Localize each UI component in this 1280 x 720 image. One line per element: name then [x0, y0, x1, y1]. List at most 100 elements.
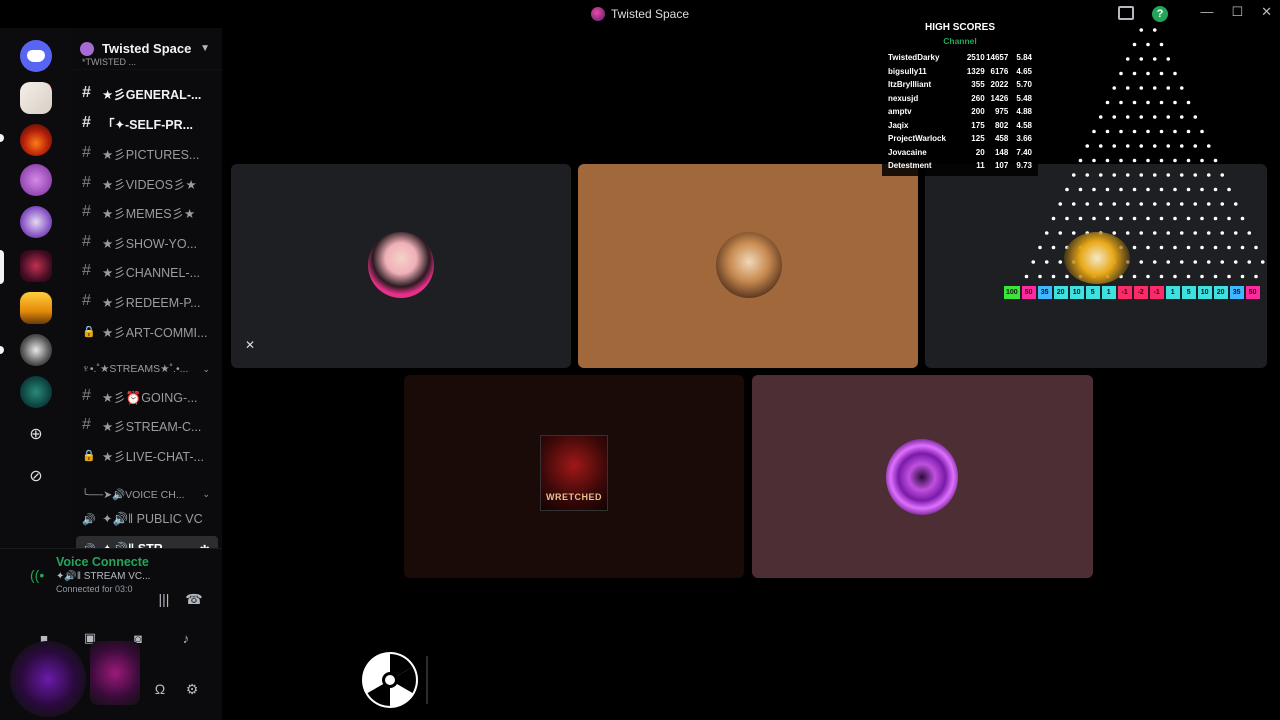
participant-tile-2[interactable]	[578, 164, 918, 368]
plinko-peg	[1132, 129, 1137, 134]
inbox-icon[interactable]	[1118, 6, 1134, 20]
avatar-decoration	[90, 641, 140, 705]
channel-item[interactable]: # ★彡MEMES彡★	[76, 199, 218, 225]
participant-tile-4[interactable]: WRETCHED	[404, 375, 744, 578]
plinko-peg	[1227, 274, 1231, 279]
plinko-peg	[1152, 202, 1157, 206]
participant-tile-5[interactable]	[752, 375, 1093, 578]
voice-channel-item[interactable]: 🔊 ✦🔊‖ PUBLIC VC	[76, 506, 218, 532]
plinko-peg	[1159, 158, 1164, 163]
channel-item[interactable]: # 「✦-SELF-PR...	[76, 110, 218, 136]
add-server-button[interactable]: ⊕	[20, 418, 52, 450]
plinko-peg	[1173, 187, 1177, 192]
score-b: 458	[994, 134, 1009, 144]
server-icon	[590, 7, 605, 21]
plinko-peg	[1119, 129, 1123, 134]
category-streams[interactable]: ♆•.˚★STREAMS★˚.•... ⌄	[76, 359, 218, 379]
score-c: 3.66	[1016, 134, 1032, 144]
plinko-peg	[1213, 158, 1218, 163]
plinko-peg	[1193, 173, 1198, 177]
plinko-peg	[1098, 173, 1103, 177]
plinko-peg	[1038, 245, 1042, 250]
voice-panel: ((• Voice Connecte ✦🔊‖ STREAM VC... Conn…	[0, 548, 222, 720]
hashtag-icon: #	[82, 416, 91, 433]
plinko-peg	[1200, 187, 1204, 192]
channel-item[interactable]: 🔒 ★彡ART-COMMI...	[76, 318, 218, 344]
server-icon-6[interactable]	[20, 292, 52, 324]
plinko-bin: 35	[1229, 286, 1244, 299]
plinko-peg	[1220, 173, 1225, 177]
high-scores-subtitle: Channel	[943, 36, 977, 46]
voice-status[interactable]: Voice Connecte	[56, 555, 149, 569]
text-cursor	[426, 656, 428, 704]
plinko-peg	[1186, 129, 1191, 134]
home-button[interactable]	[20, 40, 52, 72]
channel-item[interactable]: # ★彡VIDEOS彡★	[76, 170, 218, 196]
close-icon[interactable]: ✕	[1261, 4, 1272, 20]
plinko-bin: 5	[1181, 286, 1196, 299]
guild-name: Twisted Space	[102, 41, 192, 56]
score-b: 802	[994, 120, 1009, 130]
participant-avatar	[886, 439, 958, 515]
server-icon-3[interactable]	[20, 164, 52, 196]
participant-avatar	[716, 232, 782, 298]
server-icon-1[interactable]	[20, 82, 52, 114]
hashtag-icon: #	[82, 387, 91, 404]
channel-item[interactable]: # ★彡⏰GOING-...	[76, 383, 218, 409]
plinko-bin: 100	[1004, 286, 1020, 299]
score-name: ItzBryllliant	[888, 80, 932, 90]
hangup-icon: ☎	[185, 590, 203, 607]
channel-item[interactable]: # ★彡SHOW-YO...	[76, 229, 218, 255]
minimize-icon[interactable]: —	[1200, 4, 1213, 20]
hashtag-icon: #	[82, 262, 91, 279]
plinko-peg	[1105, 158, 1110, 163]
server-icon-7[interactable]	[20, 334, 52, 366]
plinko-peg	[1085, 173, 1090, 177]
server-icon-2[interactable]	[20, 124, 52, 156]
plinko-peg	[1125, 173, 1130, 177]
plinko-peg	[1038, 274, 1042, 279]
soundboard-button[interactable]: ♪	[164, 625, 208, 651]
score-b: 107	[994, 161, 1009, 171]
server-icon-twisted-space[interactable]	[20, 250, 52, 282]
maximize-icon[interactable]: ☐	[1231, 4, 1243, 20]
compass-icon: ⊘	[29, 468, 43, 485]
plinko-peg	[1105, 129, 1110, 134]
hashtag-icon: #	[82, 84, 91, 101]
disconnect-button[interactable]: ☎	[180, 585, 208, 613]
deafen-button[interactable]: Ω	[146, 675, 174, 703]
channel-item[interactable]: # ★彡GENERAL-...	[76, 80, 218, 106]
channel-item[interactable]: # ★彡STREAM-C...	[76, 412, 218, 438]
user-avatar[interactable]	[10, 641, 86, 717]
connected-time: Connected for 03:0	[56, 584, 133, 594]
hashtag-icon: #	[82, 292, 91, 309]
server-icon-8[interactable]	[20, 376, 52, 408]
channel-item[interactable]: # ★彡PICTURES...	[76, 140, 218, 166]
plinko-peg	[1132, 42, 1137, 47]
participant-tile-1[interactable]: ✕	[231, 164, 571, 368]
discover-button[interactable]: ⊘	[20, 460, 52, 492]
voice-channel-name[interactable]: ✦🔊‖ STREAM VC...	[56, 571, 150, 582]
score-a: 355	[971, 80, 985, 90]
noise-button[interactable]: |||	[150, 585, 178, 613]
plinko-peg	[1173, 216, 1177, 221]
channel-item[interactable]: 🔒 ★彡LIVE-CHAT-...	[76, 442, 218, 468]
plinko-peg	[1065, 187, 1069, 192]
channel-label: ★彡CHANNEL-...	[102, 265, 201, 280]
plinko-peg	[1166, 202, 1171, 206]
plinko-peg	[1166, 260, 1171, 264]
channel-item[interactable]: # ★彡REDEEM-P...	[76, 288, 218, 314]
channel-item[interactable]: # ★彡CHANNEL-...	[76, 258, 218, 284]
plinko-bin: -1	[1149, 286, 1164, 299]
score-name: TwistedDarky	[888, 53, 940, 63]
channel-truncated[interactable]: *TWISTED ...	[76, 56, 218, 68]
plinko-peg	[1166, 57, 1171, 61]
plinko-peg	[1173, 100, 1177, 105]
category-voice[interactable]: ╰──➤🔊VOICE CH... ⌄	[76, 484, 218, 504]
server-icon-4[interactable]	[20, 206, 52, 238]
hashtag-icon: #	[82, 144, 91, 161]
plinko-peg	[1152, 28, 1157, 32]
plinko-peg	[1254, 274, 1258, 279]
plinko-peg	[1179, 260, 1184, 264]
settings-button[interactable]: ⚙	[178, 675, 206, 703]
